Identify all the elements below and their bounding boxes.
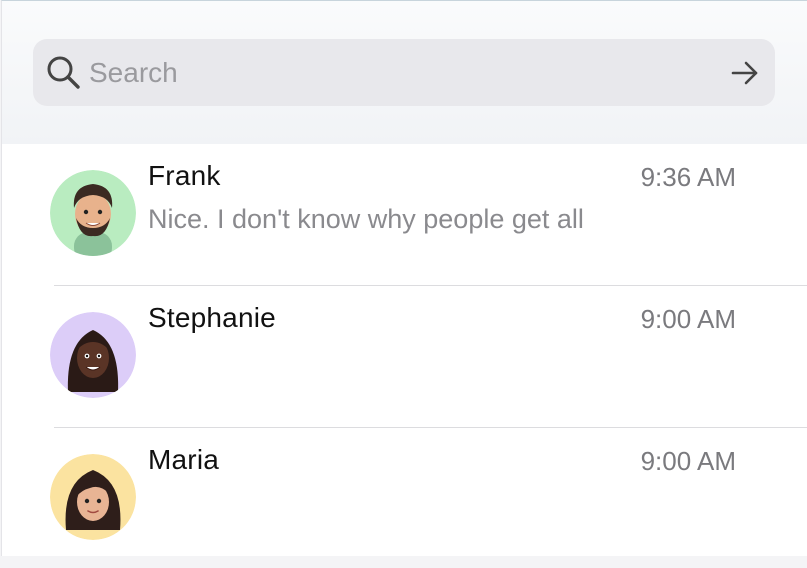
search-bar[interactable] <box>33 39 775 106</box>
frank-avatar <box>50 170 136 256</box>
maria-avatar <box>50 454 136 540</box>
conversation-item-stephanie[interactable]: Stephanie 9:00 AM <box>2 286 807 428</box>
message-preview: Nice. I don't know why people get all <box>148 204 584 234</box>
arrow-right-icon[interactable] <box>729 57 761 89</box>
search-icon <box>47 56 80 89</box>
message-time: 9:36 AM <box>640 162 736 192</box>
message-time: 9:00 AM <box>640 446 736 476</box>
message-time: 9:00 AM <box>640 304 736 334</box>
avatar[interactable] <box>50 312 136 398</box>
stephanie-avatar <box>50 312 136 398</box>
contact-name: Frank <box>148 160 221 191</box>
avatar[interactable] <box>50 454 136 540</box>
chat-list-panel: Frank 9:36 AM Nice. I don't know why peo… <box>1 0 807 556</box>
search-header <box>2 1 807 144</box>
conversation-item-maria[interactable]: Maria 9:00 AM <box>2 428 807 556</box>
conversation-item-frank[interactable]: Frank 9:36 AM Nice. I don't know why peo… <box>2 144 807 286</box>
avatar[interactable] <box>50 170 136 256</box>
contact-name: Maria <box>148 444 220 475</box>
contact-name: Stephanie <box>148 302 276 333</box>
search-input[interactable] <box>89 39 709 106</box>
conversation-list: Frank 9:36 AM Nice. I don't know why peo… <box>2 144 807 556</box>
